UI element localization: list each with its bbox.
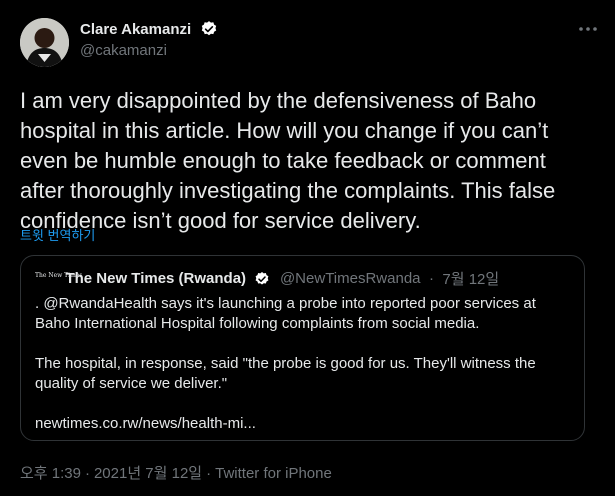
verified-badge-icon xyxy=(255,271,268,285)
author-handle[interactable]: @cakamanzi xyxy=(80,42,218,59)
more-options-icon[interactable] xyxy=(577,18,599,40)
author-block: Clare Akamanzi @cakamanzi xyxy=(80,20,218,59)
quoted-separator: · xyxy=(428,270,434,287)
quoted-tweet[interactable]: The New Times The New Times (Rwanda) @Ne… xyxy=(20,255,585,441)
tweet-date[interactable]: 2021년 7월 12일 xyxy=(94,462,202,483)
quoted-paragraph: . @RwandaHealth says it's launching a pr… xyxy=(35,295,536,332)
tweet-meta: 오후 1:39 · 2021년 7월 12일 · Twitter for iPhone xyxy=(20,462,332,483)
quoted-tweet-header: The New Times The New Times (Rwanda) @Ne… xyxy=(35,268,499,289)
tweet-source[interactable]: Twitter for iPhone xyxy=(215,465,332,482)
author-display-name[interactable]: Clare Akamanzi xyxy=(80,21,191,38)
meta-separator: · xyxy=(84,465,90,482)
quoted-paragraph: The hospital, in response, said "the pro… xyxy=(35,355,536,392)
meta-separator: · xyxy=(206,465,212,482)
translate-tweet-link[interactable]: 트윗 번역하기 xyxy=(20,225,95,244)
quoted-tweet-body: . @RwandaHealth says it's launching a pr… xyxy=(35,294,575,454)
quoted-date[interactable]: 7월 12일 xyxy=(442,268,499,289)
quoted-author-name[interactable]: The New Times (Rwanda) xyxy=(65,270,246,287)
tweet: Clare Akamanzi @cakamanzi I am very disa… xyxy=(0,0,615,496)
quoted-link[interactable]: newtimes.co.rw/news/health-mi... xyxy=(35,414,575,434)
avatar[interactable] xyxy=(20,18,69,67)
avatar-photo xyxy=(20,18,69,67)
quoted-author-handle[interactable]: @NewTimesRwanda xyxy=(280,270,421,287)
tweet-text: I am very disappointed by the defensiven… xyxy=(20,88,556,233)
verified-badge-icon xyxy=(201,21,216,36)
tweet-time[interactable]: 오후 1:39 xyxy=(20,462,81,483)
newspaper-logo: The New Times xyxy=(35,271,83,279)
